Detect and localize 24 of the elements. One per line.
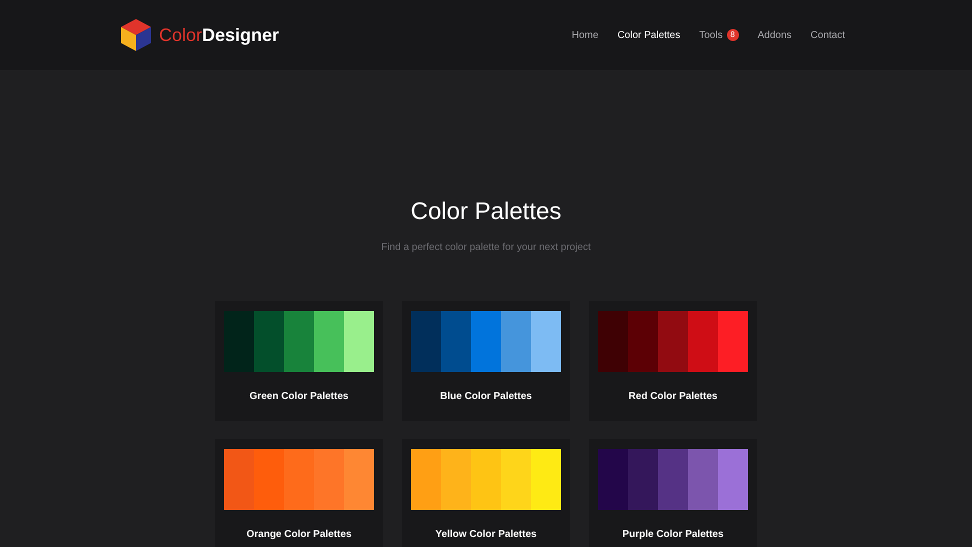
nav-link[interactable]: Home: [572, 28, 598, 42]
palette-title: Red Color Palettes: [628, 392, 718, 402]
nav-link[interactable]: Color Palettes: [617, 28, 680, 42]
logo-link[interactable]: ColorDesigner: [121, 19, 280, 51]
page-title: Color Palettes: [410, 197, 562, 227]
nav-link[interactable]: Addons: [758, 28, 792, 42]
brand-name-second: Designer: [202, 24, 280, 47]
page-subtitle: Find a perfect color palette for your next project: [381, 241, 591, 255]
palette-title: Yellow Color Palettes: [435, 530, 537, 540]
palette-title: Blue Color Palettes: [440, 392, 532, 402]
brand-name-first: Color: [159, 24, 202, 46]
nav-link[interactable]: Tools: [699, 28, 723, 42]
count-badge: 8: [726, 29, 739, 41]
palette-card[interactable]: Blue Color Palettes: [402, 301, 570, 421]
palette-card[interactable]: Yellow Color Palettes: [402, 439, 570, 547]
palette-card[interactable]: Orange Color Palettes: [215, 439, 383, 547]
palette-title: Purple Color Palettes: [622, 530, 724, 540]
palette-card[interactable]: Green Color Palettes: [215, 301, 383, 421]
palette-title: Orange Color Palettes: [246, 530, 352, 540]
palette-card[interactable]: Red Color Palettes: [589, 301, 757, 421]
nav-link[interactable]: Contact: [810, 28, 845, 42]
cube-logo-icon: [121, 19, 151, 51]
palette-title: Green Color Palettes: [250, 392, 348, 402]
palette-card[interactable]: Purple Color Palettes: [589, 439, 757, 547]
